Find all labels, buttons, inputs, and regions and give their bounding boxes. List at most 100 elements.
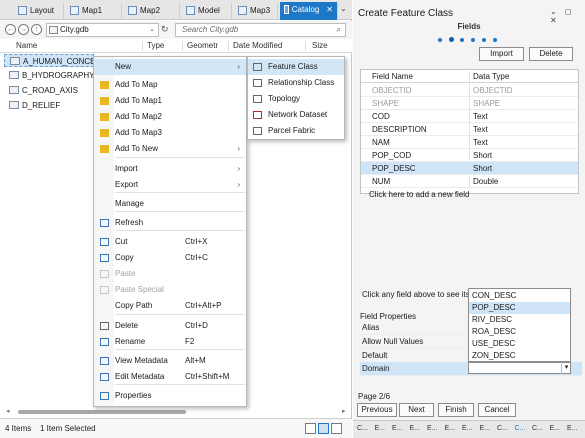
tab-map1[interactable]: Map1 (66, 3, 122, 20)
step-dot[interactable] (438, 38, 442, 42)
add-field-row[interactable]: Click here to add a new field (361, 188, 578, 201)
menu-item-add-to-map1[interactable]: Add To Map1 (94, 93, 246, 109)
field-type-cell[interactable]: Text (473, 136, 488, 149)
step-dot[interactable] (482, 38, 486, 42)
column-name[interactable]: Name (16, 41, 37, 50)
scrollbar-thumb[interactable] (18, 410, 186, 414)
catalog-item[interactable]: B_HYDROGRAPHY (4, 69, 94, 82)
tab-map2[interactable]: Map2 (124, 3, 180, 20)
back-arrow-icon[interactable]: ← (5, 24, 16, 35)
tab-layout[interactable]: Layout (14, 3, 64, 20)
path-dropdown[interactable]: City.gdb ⌄ (46, 23, 159, 37)
field-type-cell[interactable]: SHAPE (473, 97, 500, 110)
pane-tab[interactable]: C... (357, 425, 368, 432)
details-view-icon[interactable] (305, 423, 316, 434)
submenu-item-network-dataset[interactable]: Network Dataset (248, 107, 344, 123)
field-type-cell[interactable]: Short (473, 149, 492, 162)
chevron-down-icon[interactable]: ▾ (561, 362, 571, 374)
pane-tab[interactable]: E... (567, 425, 578, 432)
pane-tab[interactable]: E... (480, 425, 491, 432)
step-dot[interactable] (471, 38, 475, 42)
menu-item-view-metadata[interactable]: View Metadata Alt+M (94, 353, 246, 369)
field-row[interactable]: POP_DESC Short (361, 162, 578, 175)
scroll-left-icon[interactable]: ◂ (6, 407, 10, 415)
field-row[interactable]: POP_COD Short (361, 149, 578, 162)
field-type-cell[interactable]: Text (473, 110, 488, 123)
domain-option[interactable]: ZON_DESC (469, 350, 570, 362)
pane-tab[interactable]: E... (375, 425, 386, 432)
import-button[interactable]: Import (479, 47, 524, 61)
forward-arrow-icon[interactable]: → (18, 24, 29, 35)
field-row[interactable]: NAM Text (361, 136, 578, 149)
pane-tab[interactable]: E... (445, 425, 456, 432)
delete-button[interactable]: Delete (529, 47, 573, 61)
domain-option[interactable]: USE_DESC (469, 338, 570, 350)
menu-item-edit-metadata[interactable]: Edit Metadata Ctrl+Shift+M (94, 369, 246, 385)
column-size[interactable]: Size (312, 41, 328, 50)
up-arrow-icon[interactable]: ↑ (31, 24, 42, 35)
next-button[interactable]: Next (399, 403, 434, 417)
prop-default[interactable]: Default (360, 349, 468, 363)
menu-item-add-to-map[interactable]: Add To Map (94, 77, 246, 93)
menu-item-add-to-new[interactable]: Add To New › (94, 141, 246, 157)
step-dot[interactable] (460, 38, 464, 42)
field-name-cell[interactable]: SHAPE (372, 97, 399, 110)
step-dot[interactable] (493, 38, 497, 42)
header-field-name[interactable]: Field Name (372, 72, 413, 81)
tab-model[interactable]: Model (182, 3, 232, 20)
tab-catalog[interactable]: Catalog ✕ (280, 2, 338, 20)
menu-item-add-to-map2[interactable]: Add To Map2 (94, 109, 246, 125)
menu-item-cut[interactable]: Cut Ctrl+X (94, 234, 246, 250)
menu-item-rename[interactable]: Rename F2 (94, 334, 246, 350)
menu-item-export[interactable]: Export › (94, 177, 246, 193)
field-row[interactable]: NUM Double (361, 175, 578, 188)
chevron-down-icon[interactable]: ⌄ (340, 4, 347, 13)
column-date-modified[interactable]: Date Modified (233, 41, 282, 50)
menu-item-delete[interactable]: Delete Ctrl+D (94, 318, 246, 334)
catalog-item[interactable]: D_RELIEF (4, 99, 94, 112)
field-type-cell[interactable]: Short (473, 162, 492, 175)
submenu-item-topology[interactable]: Topology (248, 91, 344, 107)
field-type-cell[interactable]: Double (473, 175, 498, 188)
field-name-cell[interactable]: NUM (372, 175, 390, 188)
list-view-icon[interactable] (318, 423, 329, 434)
domain-option[interactable]: ROA_DESC (469, 326, 570, 338)
field-row[interactable]: COD Text (361, 110, 578, 123)
submenu-item-relationship-class[interactable]: Relationship Class (248, 75, 344, 91)
menu-item-copy-path[interactable]: Copy Path Ctrl+Alt+P (94, 298, 246, 314)
pane-tab[interactable]: E... (392, 425, 403, 432)
tile-view-icon[interactable] (331, 423, 342, 434)
tab-map3[interactable]: Map3 (234, 3, 278, 20)
search-input[interactable]: Search City.gdb ⌕ (175, 23, 346, 37)
column-geometry[interactable]: Geometr (187, 41, 218, 50)
prop-alias[interactable]: Alias (360, 321, 468, 335)
menu-item-refresh[interactable]: Refresh (94, 215, 246, 231)
domain-option[interactable]: CON_DESC (469, 290, 570, 302)
pane-tab[interactable]: E... (410, 425, 421, 432)
domain-dropdown[interactable] (468, 362, 571, 374)
pane-tab[interactable]: E... (462, 425, 473, 432)
catalog-item[interactable]: C_ROAD_AXIS (4, 84, 94, 97)
field-row[interactable]: SHAPE SHAPE (361, 97, 578, 110)
menu-item-new[interactable]: New › (94, 59, 246, 75)
menu-item-import[interactable]: Import › (94, 161, 246, 177)
field-name-cell[interactable]: POP_DESC (372, 162, 416, 175)
domain-option[interactable]: POP_DESC (469, 302, 570, 314)
field-type-cell[interactable]: OBJECTID (473, 84, 513, 97)
step-dot-current[interactable] (449, 37, 454, 42)
menu-item-add-to-map3[interactable]: Add To Map3 (94, 125, 246, 141)
field-name-cell[interactable]: POP_COD (372, 149, 411, 162)
field-row[interactable]: OBJECTID OBJECTID (361, 84, 578, 97)
field-name-cell[interactable]: NAM (372, 136, 390, 149)
field-name-cell[interactable]: OBJECTID (372, 84, 412, 97)
field-name-cell[interactable]: COD (372, 110, 390, 123)
pane-tab[interactable]: E... (427, 425, 438, 432)
refresh-icon[interactable]: ↻ (161, 24, 169, 35)
header-data-type[interactable]: Data Type (473, 72, 509, 81)
field-name-cell[interactable]: DESCRIPTION (372, 123, 427, 136)
pane-tab[interactable]: C... (532, 425, 543, 432)
field-type-cell[interactable]: Text (473, 123, 488, 136)
field-row[interactable]: DESCRIPTION Text (361, 123, 578, 136)
menu-item-manage[interactable]: Manage (94, 196, 246, 212)
close-icon[interactable]: ✕ (326, 5, 333, 14)
